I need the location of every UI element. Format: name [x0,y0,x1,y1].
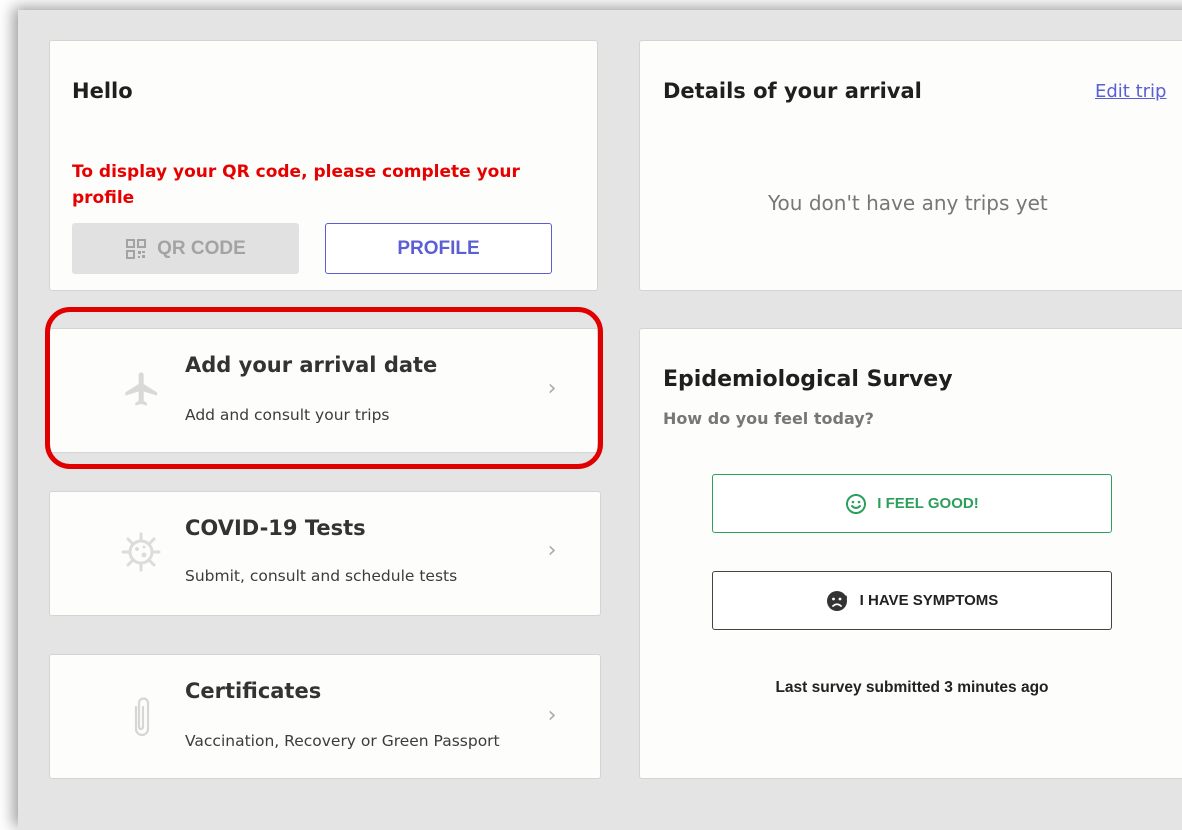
sick-face-icon [826,590,847,611]
chevron-right-icon: › [547,538,557,563]
qr-code-button[interactable]: QR CODE [72,223,299,274]
have-symptoms-label: I HAVE SYMPTOMS [859,592,999,609]
qr-code-icon [126,238,147,259]
no-trips-text: You don't have any trips yet [768,191,1048,215]
nav-item-title: COVID-19 Tests [185,516,366,540]
nav-item-subtitle: Vaccination, Recovery or Green Passport [185,732,500,750]
smiley-icon [846,493,867,514]
arrival-details-title: Details of your arrival [663,79,922,103]
feel-good-label: I FEEL GOOD! [877,495,979,512]
survey-card: Epidemiological Survey How do you feel t… [639,328,1182,779]
nav-item-covid-tests[interactable]: COVID-19 Tests Submit, consult and sched… [49,491,601,616]
virus-icon [121,532,161,572]
nav-item-certificates[interactable]: Certificates Vaccination, Recovery or Gr… [49,654,601,779]
survey-title: Epidemiological Survey [663,367,953,392]
qr-warning-text: To display your QR code, please complete… [72,162,520,208]
highlight-outline [45,307,603,469]
have-symptoms-button[interactable]: I HAVE SYMPTOMS [712,571,1112,630]
paperclip-icon [134,697,150,737]
qr-code-label: QR CODE [157,237,246,259]
profile-button[interactable]: PROFILE [325,223,552,274]
nav-item-title: Certificates [185,679,322,703]
hello-card: Hello To display your QR code, please co… [49,40,598,291]
profile-button-label: PROFILE [397,237,480,259]
chevron-right-icon: › [547,703,557,728]
last-survey-text: Last survey submitted 3 minutes ago [775,679,1049,696]
arrival-details-card: Details of your arrival Edit trip You do… [639,40,1182,291]
nav-item-subtitle: Submit, consult and schedule tests [185,567,458,585]
survey-question: How do you feel today? [663,409,874,428]
edit-trip-link[interactable]: Edit trip [1095,81,1166,102]
hello-title: Hello [72,79,133,103]
feel-good-button[interactable]: I FEEL GOOD! [712,474,1112,533]
